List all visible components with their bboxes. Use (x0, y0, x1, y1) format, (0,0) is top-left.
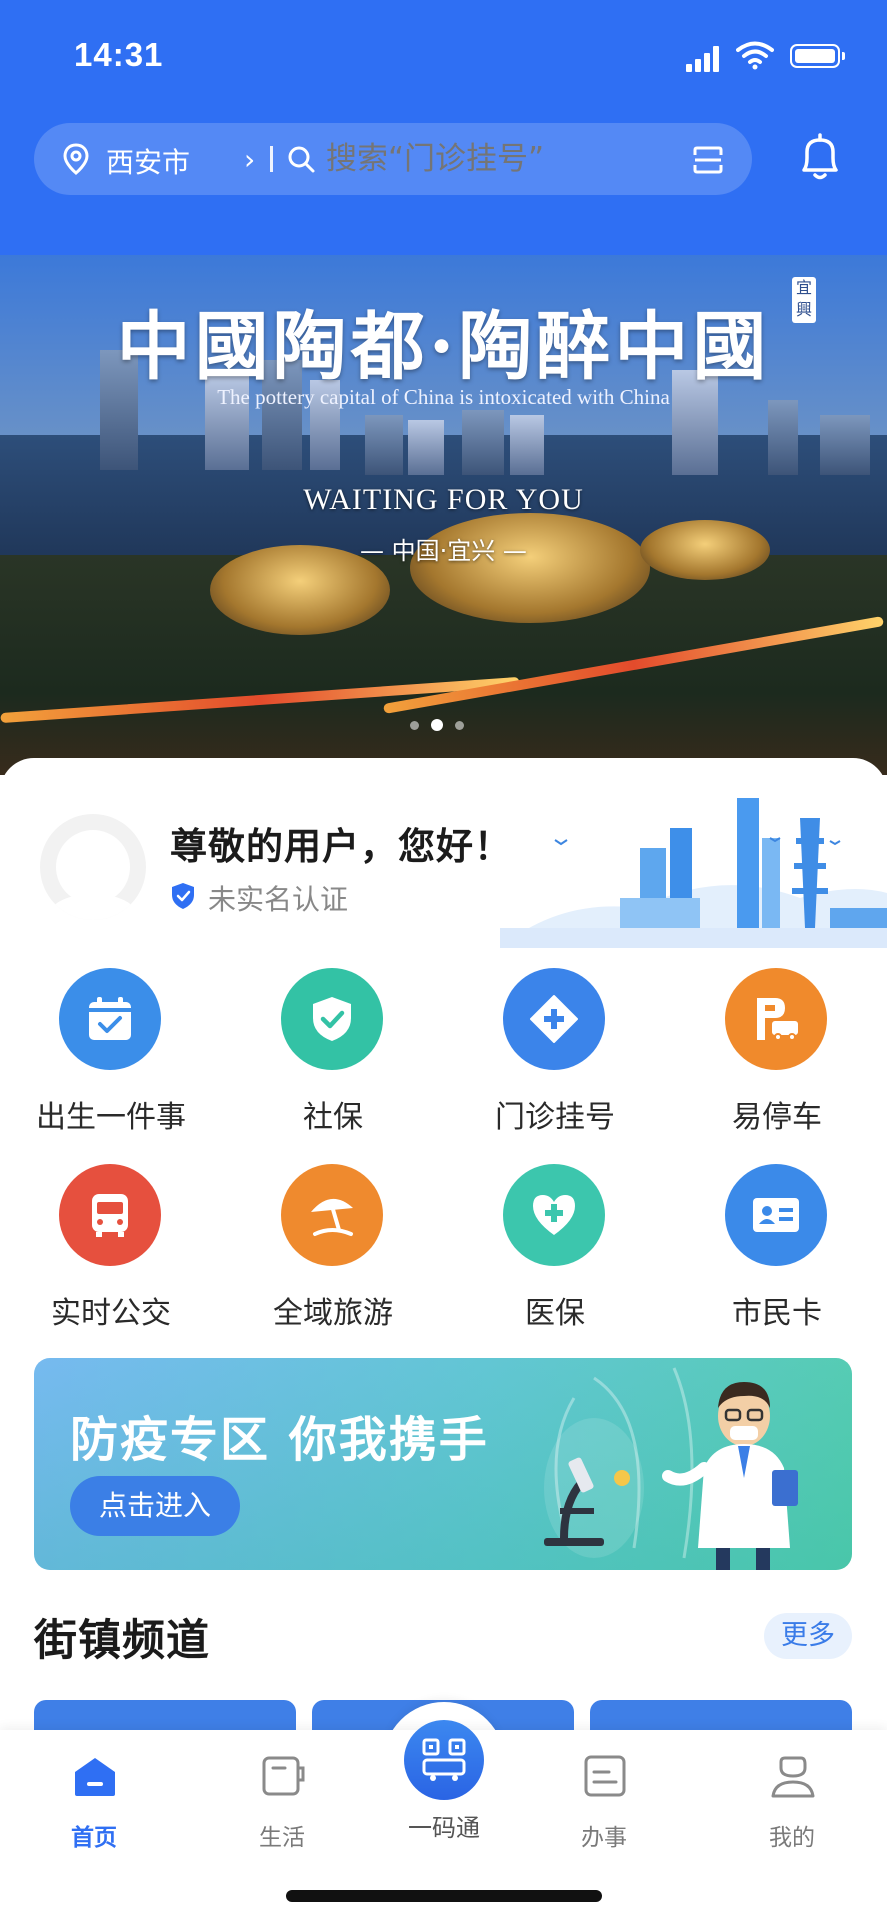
service-outpatient[interactable]: 门诊挂号 (444, 968, 666, 1138)
shield-check-icon (313, 997, 351, 1041)
carousel-indicator[interactable] (404, 715, 470, 734)
enter-button[interactable]: 点击进入 (70, 1476, 240, 1536)
divider (270, 146, 273, 172)
service-label: 全域旅游 (273, 1296, 393, 1331)
shield-check-icon (172, 883, 194, 909)
scan-icon[interactable] (692, 145, 724, 175)
id-card-icon (753, 1198, 799, 1232)
banner-subtitle: The pottery capital of China is intoxica… (217, 385, 670, 409)
service-icon-bg (725, 1164, 827, 1266)
service-medical-insurance[interactable]: 医保 (444, 1164, 666, 1334)
search-icon (288, 146, 315, 173)
tab-label: 首页 (71, 1825, 117, 1851)
beach-umbrella-icon (311, 1198, 353, 1236)
tab-life[interactable]: 生活 (202, 1730, 362, 1870)
more-button[interactable]: 更多 (764, 1613, 852, 1659)
banner-seal: 宜興 (792, 277, 816, 323)
avatar[interactable] (40, 814, 146, 920)
battery-icon (790, 44, 845, 68)
tab-affairs[interactable]: 办事 (524, 1730, 684, 1870)
service-icon-bg (59, 968, 161, 1070)
search-input[interactable] (326, 137, 686, 181)
banner-place: — 中国·宜兴 — (360, 537, 527, 565)
service-citizen-card[interactable]: 市民卡 (666, 1164, 887, 1334)
service-label: 社保 (303, 1100, 363, 1135)
carousel-dot[interactable] (455, 721, 464, 730)
service-icon-bg (725, 968, 827, 1070)
city-selector[interactable]: 西安市 (106, 141, 190, 181)
medical-diamond-icon (530, 995, 578, 1043)
home-indicator (286, 1890, 602, 1902)
greeting-text: 尊敬的用户，您好！ (170, 825, 512, 868)
service-tourism[interactable]: 全域旅游 (222, 1164, 444, 1334)
calendar-check-icon (89, 997, 131, 1040)
search-bar[interactable]: 西安市 › (34, 123, 752, 195)
tab-mine[interactable]: 我的 (712, 1730, 872, 1870)
service-label: 市民卡 (732, 1296, 822, 1331)
tab-home[interactable]: 首页 (14, 1730, 174, 1870)
heart-plus-icon (533, 1195, 575, 1235)
tab-label: 办事 (581, 1825, 627, 1851)
service-parking[interactable]: 易停车 (666, 968, 887, 1138)
promo-banner[interactable]: 中國陶都·陶醉中國 宜興 The pottery capital of Chin… (0, 255, 887, 775)
service-icon-bg (281, 1164, 383, 1266)
wifi-icon (736, 41, 774, 70)
epidemic-banner[interactable]: 防疫专区 你我携手 点击进入 (34, 1358, 852, 1570)
header: 14:31 西安市 › (0, 0, 887, 255)
service-icon-bg (281, 968, 383, 1070)
status-time: 14:31 (74, 36, 164, 73)
qr-code-icon (422, 1738, 466, 1781)
bus-icon (92, 1194, 128, 1237)
service-icon-bg (503, 1164, 605, 1266)
qr-code-label: 一码通 (408, 1814, 480, 1842)
qr-code-button[interactable] (404, 1720, 484, 1800)
service-label: 实时公交 (51, 1296, 171, 1331)
notification-bell-icon[interactable] (796, 132, 844, 182)
doctor-illustration (544, 1367, 798, 1570)
location-pin-icon (63, 143, 89, 175)
service-bus[interactable]: 实时公交 (0, 1164, 222, 1334)
document-icon (584, 1755, 626, 1797)
home-icon (75, 1758, 115, 1796)
carousel-dot-active[interactable] (431, 719, 443, 731)
service-label: 易停车 (732, 1100, 822, 1135)
city-skyline-illustration (500, 798, 887, 948)
service-icon-bg (503, 968, 605, 1070)
banner-slogan: WAITING FOR YOU (303, 483, 584, 516)
status-bar: 14:31 (0, 0, 887, 110)
service-social-security[interactable]: 社保 (222, 968, 444, 1138)
user-icon (771, 1756, 815, 1798)
service-label: 医保 (525, 1296, 585, 1331)
tab-label: 我的 (769, 1825, 815, 1851)
tab-label: 生活 (259, 1825, 305, 1851)
carousel-dot[interactable] (410, 721, 419, 730)
service-birth[interactable]: 出生一件事 (0, 968, 222, 1138)
cup-icon (262, 1756, 305, 1796)
welcome-panel[interactable]: 尊敬的用户，您好！ 未实名认证 (0, 758, 887, 948)
service-label: 出生一件事 (36, 1100, 186, 1135)
service-label: 门诊挂号 (495, 1100, 615, 1135)
parking-car-icon (757, 998, 800, 1041)
chevron-right-icon: › (244, 143, 256, 176)
service-icon-bg (59, 1164, 161, 1266)
verify-status-text: 未实名认证 (208, 883, 349, 916)
banner-title: 中國陶都·陶醉中國 (116, 304, 771, 390)
channel-section-title: 街镇频道 (34, 1616, 210, 1666)
cellular-signal-icon (686, 46, 720, 72)
epidemic-title: 防疫专区 你我携手 (70, 1412, 489, 1468)
